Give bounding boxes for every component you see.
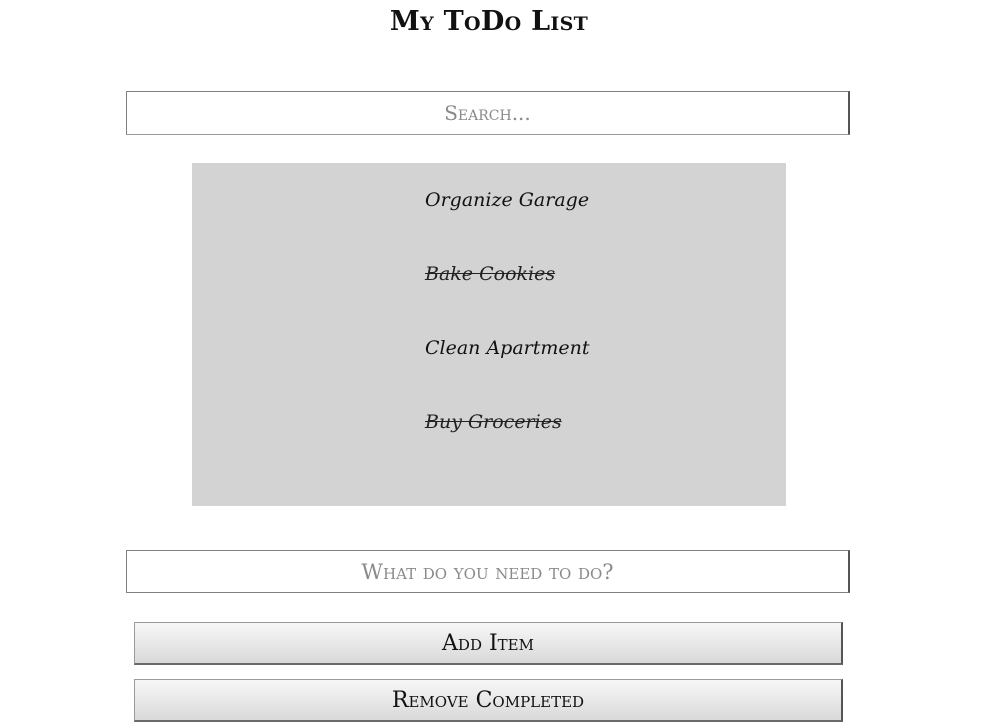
todo-item-organize-garage[interactable]: Organize Garage	[425, 189, 589, 211]
todo-list: Organize Garage Bake Cookies Clean Apart…	[192, 163, 786, 506]
remove-completed-button[interactable]: Remove Completed	[134, 679, 843, 722]
todo-item-bake-cookies[interactable]: Bake Cookies	[425, 263, 555, 285]
page-title: My ToDo List	[389, 6, 589, 37]
search-input[interactable]	[126, 91, 850, 135]
todo-item-buy-groceries[interactable]: Buy Groceries	[425, 411, 562, 433]
new-todo-input[interactable]	[126, 550, 850, 593]
todo-item-clean-apartment[interactable]: Clean Apartment	[425, 337, 590, 359]
add-item-button[interactable]: Add Item	[134, 622, 843, 665]
